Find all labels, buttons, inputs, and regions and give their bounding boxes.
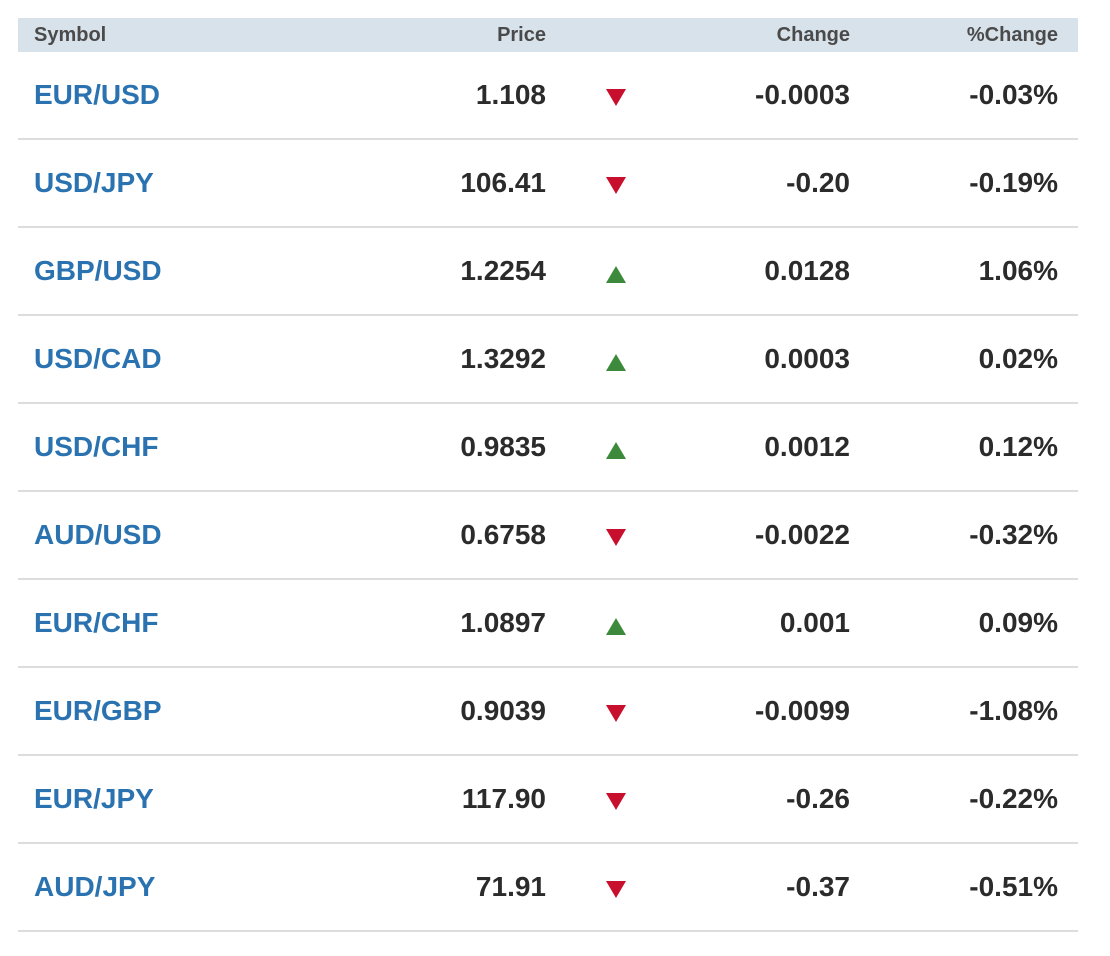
table-row[interactable]: USD/JPY 106.41 -0.20 -0.19% [18,140,1078,228]
symbol-link[interactable]: AUD/USD [34,519,162,550]
direction-cell [546,173,686,194]
symbol-cell: USD/CAD [18,343,348,375]
direction-cell [546,877,686,898]
header-symbol[interactable]: Symbol [18,24,348,47]
price-cell: 117.90 [461,783,546,814]
symbol-link[interactable]: EUR/GBP [34,695,162,726]
price-cell: 1.3292 [460,343,546,374]
symbol-cell: GBP/USD [18,255,348,287]
table-body: EUR/USD 1.108 -0.0003 -0.03% USD/JPY 106.41 -0… [18,52,1078,932]
table-row[interactable]: AUD/USD 0.6758 -0.0022 -0.32% [18,492,1078,580]
table-row[interactable]: EUR/CHF 1.0897 0.001 0.09% [18,580,1078,668]
pct-change-cell: 1.06% [978,255,1058,286]
price-cell: 71.91 [475,871,546,902]
change-cell: 0.0003 [764,343,850,374]
down-arrow-icon [606,704,626,722]
header-change[interactable]: Change [686,24,850,47]
table-row[interactable]: EUR/USD 1.108 -0.0003 -0.03% [18,52,1078,140]
table-row[interactable]: EUR/GBP 0.9039 -0.0099 -1.08% [18,668,1078,756]
table-row[interactable]: USD/CAD 1.3292 0.0003 0.02% [18,316,1078,404]
symbol-cell: AUD/USD [18,519,348,551]
direction-cell [546,612,686,635]
change-cell: -0.0099 [755,695,850,726]
header-pct-change[interactable]: %Change [850,24,1058,47]
price-cell: 0.6758 [460,519,546,550]
pct-change-cell: -0.22% [969,783,1058,814]
down-arrow-icon [606,176,626,194]
direction-cell [546,348,686,371]
direction-cell [546,525,686,546]
symbol-link[interactable]: USD/CHF [34,431,158,462]
symbol-cell: EUR/JPY [18,783,348,815]
pct-change-cell: -1.08% [969,695,1058,726]
symbol-link[interactable]: EUR/CHF [34,607,158,638]
pct-change-cell: 0.12% [978,431,1058,462]
direction-cell [546,789,686,810]
direction-cell [546,260,686,283]
symbol-link[interactable]: GBP/USD [34,255,162,286]
pct-change-cell: -0.51% [969,871,1058,902]
up-arrow-icon [606,441,626,459]
quotes-table: Symbol Price Change %Change EUR/USD 1.108… [18,18,1078,932]
symbol-cell: USD/CHF [18,431,348,463]
pct-change-cell: 0.09% [978,607,1058,638]
direction-cell [546,701,686,722]
change-cell: -0.37 [786,871,850,902]
symbol-cell: EUR/USD [18,79,348,111]
table-row[interactable]: GBP/USD 1.2254 0.0128 1.06% [18,228,1078,316]
pct-change-cell: -0.32% [969,519,1058,550]
pct-change-cell: -0.03% [969,79,1058,110]
symbol-cell: EUR/GBP [18,695,348,727]
price-cell: 106.41 [460,167,546,198]
direction-cell [546,85,686,106]
direction-cell [546,436,686,459]
change-cell: -0.20 [786,167,850,198]
up-arrow-icon [606,265,626,283]
down-arrow-icon [606,792,626,810]
pct-change-cell: -0.19% [969,167,1058,198]
change-cell: 0.0128 [764,255,850,286]
price-cell: 1.108 [475,79,546,110]
symbol-link[interactable]: AUD/JPY [34,871,155,902]
symbol-link[interactable]: EUR/JPY [34,783,154,814]
up-arrow-icon [606,353,626,371]
change-cell: 0.0012 [764,431,850,462]
symbol-cell: AUD/JPY [18,871,348,903]
price-cell: 1.2254 [460,255,546,286]
change-cell: -0.26 [786,783,850,814]
change-cell: -0.0022 [755,519,850,550]
symbol-link[interactable]: USD/CAD [34,343,162,374]
table-row[interactable]: USD/CHF 0.9835 0.0012 0.12% [18,404,1078,492]
pct-change-cell: 0.02% [978,343,1058,374]
up-arrow-icon [606,617,626,635]
down-arrow-icon [606,528,626,546]
change-cell: 0.001 [779,607,850,638]
down-arrow-icon [606,88,626,106]
price-cell: 0.9835 [460,431,546,462]
symbol-cell: EUR/CHF [18,607,348,639]
symbol-link[interactable]: EUR/USD [34,79,160,110]
change-cell: -0.0003 [755,79,850,110]
table-row[interactable]: EUR/JPY 117.90 -0.26 -0.22% [18,756,1078,844]
price-cell: 0.9039 [460,695,546,726]
table-row[interactable]: AUD/JPY 71.91 -0.37 -0.51% [18,844,1078,932]
down-arrow-icon [606,880,626,898]
header-price[interactable]: Price [348,24,546,47]
symbol-cell: USD/JPY [18,167,348,199]
table-header: Symbol Price Change %Change [18,18,1078,52]
price-cell: 1.0897 [460,607,546,638]
symbol-link[interactable]: USD/JPY [34,167,154,198]
